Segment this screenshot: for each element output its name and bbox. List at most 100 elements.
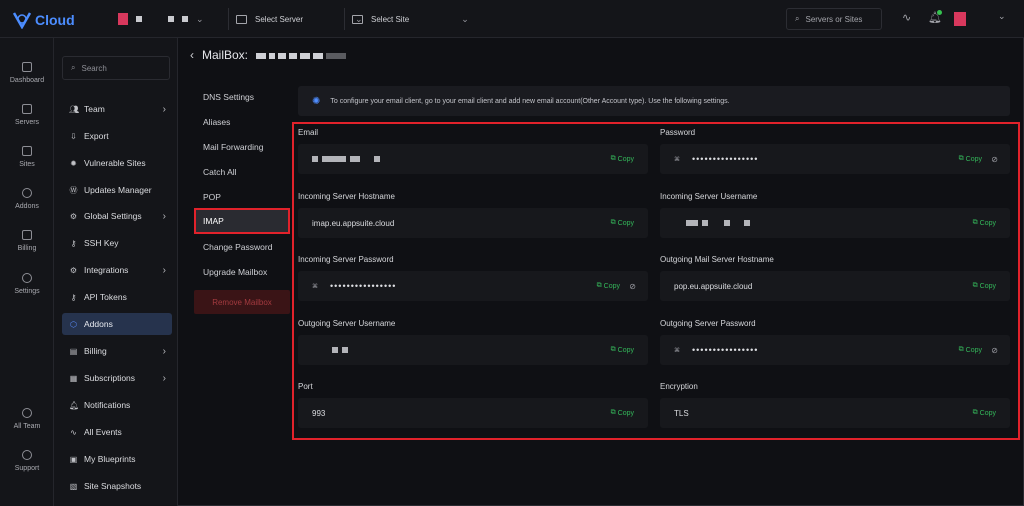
outgoing-username-field: ⧉ Copy — [298, 335, 648, 365]
wordpress-icon: Ⓦ — [69, 185, 78, 195]
mailbox-menu-upgrade-mailbox[interactable]: Upgrade Mailbox — [196, 261, 288, 283]
sidebar-item-my-blueprints[interactable]: ▣ My Blueprints — [62, 448, 172, 470]
chevron-down-icon: ⌄ — [461, 13, 469, 24]
encryption-value: TLS — [674, 408, 689, 418]
incoming-username-value-redacted — [686, 219, 754, 228]
team-selector[interactable]: ⌄ — [118, 8, 204, 30]
info-banner: ✺ To configure your email client, go to … — [298, 86, 1010, 116]
imap-highlight-box — [194, 208, 290, 234]
mailbox-menu-change-password[interactable]: Change Password — [196, 236, 288, 258]
copy-password-button[interactable]: ⧉ Copy — [959, 155, 982, 163]
copy-incoming-password-button[interactable]: ⧉ Copy — [597, 282, 620, 290]
back-arrow-icon[interactable]: ‹ — [190, 48, 194, 62]
remove-mailbox-button[interactable]: Remove Mailbox — [194, 290, 290, 314]
chevron-down-icon[interactable]: ⌄ — [998, 11, 1006, 22]
mailbox-menu-catch-all[interactable]: Catch All — [196, 161, 288, 183]
sidebar-item-addons[interactable]: ⬡ Addons — [62, 313, 172, 335]
top-bar: Cloud ⌄ Select Server ⌄ Select Site ⌄ ⌕ … — [0, 0, 1024, 38]
rail-sites[interactable]: Sites — [0, 146, 54, 168]
settings-sidebar: ⌕ Search 👥︎ Team › ⇩ Export ✹ Vulnerable… — [54, 38, 178, 506]
copy-icon: ⧉ — [596, 282, 602, 289]
copy-outgoing-hostname-button[interactable]: ⧉ Copy — [973, 282, 996, 290]
chevron-right-icon: › — [162, 345, 166, 357]
info-text: To configure your email client, go to yo… — [330, 97, 730, 105]
copy-icon: ⧉ — [972, 409, 978, 416]
user-avatar[interactable] — [954, 12, 966, 26]
rail-servers[interactable]: Servers — [0, 104, 54, 126]
mailbox-menu-mail-forwarding[interactable]: Mail Forwarding — [196, 136, 288, 158]
addons-icon — [22, 188, 32, 198]
sidebar-item-integrations[interactable]: ⚙︎ Integrations › — [62, 259, 172, 281]
mailbox-menu-dns-settings[interactable]: DNS Settings — [196, 86, 288, 108]
sidebar-search-input[interactable]: ⌕ Search — [62, 56, 170, 80]
rail-billing[interactable]: Billing — [0, 230, 54, 252]
sidebar-item-api-tokens[interactable]: ⚷ API Tokens — [62, 286, 172, 308]
logo[interactable]: Cloud — [12, 10, 75, 30]
incoming-hostname-field: imap.eu.appsuite.cloud ⧉ Copy — [298, 208, 648, 238]
copy-icon: ⧉ — [958, 346, 964, 353]
sidebar-item-export[interactable]: ⇩ Export — [62, 125, 172, 147]
eye-slash-icon[interactable]: ⊘ — [629, 282, 636, 291]
outgoing-username-label: Outgoing Server Username — [298, 319, 396, 328]
eye-slash-icon[interactable]: ⊘ — [991, 346, 998, 355]
sidebar-item-team[interactable]: 👥︎ Team › — [62, 98, 172, 120]
outgoing-password-label: Outgoing Server Password — [660, 319, 756, 328]
outgoing-hostname-value: pop.eu.appsuite.cloud — [674, 281, 753, 291]
sidebar-item-all-events[interactable]: ∿ All Events — [62, 421, 172, 443]
sidebar-item-subscriptions[interactable]: ▦ Subscriptions › — [62, 367, 172, 389]
sidebar-item-vulnerable-sites[interactable]: ✹ Vulnerable Sites — [62, 152, 172, 174]
chevron-right-icon: › — [162, 210, 166, 222]
copy-icon: ⧉ — [972, 282, 978, 289]
copy-icon: ⧉ — [610, 346, 616, 353]
team-avatar — [118, 13, 128, 25]
sidebar-item-ssh-key[interactable]: ⚷ SSH Key — [62, 232, 172, 254]
password-label: Password — [660, 128, 696, 137]
password-key-icon: ⌘ — [674, 347, 680, 354]
integrations-icon: ⚙︎ — [69, 265, 78, 275]
server-selector-label: Select Server — [255, 14, 304, 24]
sidebar-item-billing[interactable]: ▤ Billing › — [62, 340, 172, 362]
incoming-hostname-value: imap.eu.appsuite.cloud — [312, 218, 395, 228]
incoming-username-label: Incoming Server Username — [660, 192, 758, 201]
sidebar-item-updates-manager[interactable]: Ⓦ Updates Manager — [62, 179, 172, 201]
site-icon — [352, 14, 363, 24]
subscriptions-icon: ▦ — [69, 373, 78, 383]
email-value-redacted — [312, 155, 384, 164]
gear-icon: ⚙︎ — [69, 211, 78, 221]
mailbox-menu-pop[interactable]: POP — [196, 186, 288, 208]
password-key-icon: ⌘ — [312, 283, 318, 290]
copy-outgoing-username-button[interactable]: ⧉ Copy — [611, 346, 634, 354]
rail-settings[interactable]: Settings — [0, 273, 54, 295]
rail-addons[interactable]: Addons — [0, 188, 54, 210]
sidebar-item-site-snapshots[interactable]: ▧ Site Snapshots — [62, 475, 172, 497]
copy-encryption-button[interactable]: ⧉ Copy — [973, 409, 996, 417]
sidebar-item-global-settings[interactable]: ⚙︎ Global Settings › — [62, 205, 172, 227]
billing-icon — [22, 230, 32, 240]
copy-incoming-hostname-button[interactable]: ⧉ Copy — [611, 219, 634, 227]
sidebar-item-notifications[interactable]: 🔔︎ Notifications — [62, 394, 172, 416]
chevron-down-icon: ⌄ — [196, 13, 204, 24]
page-title: MailBox: — [202, 48, 249, 62]
copy-email-button[interactable]: ⧉ Copy — [611, 155, 634, 163]
logo-text: Cloud — [35, 12, 75, 28]
global-search-placeholder: Servers or Sites — [805, 14, 863, 24]
lightbulb-icon: ✺ — [312, 95, 321, 107]
eye-slash-icon[interactable]: ⊘ — [991, 155, 998, 164]
copy-outgoing-password-button[interactable]: ⧉ Copy — [959, 346, 982, 354]
site-selector[interactable]: Select Site ⌄ — [352, 8, 469, 30]
activity-icon[interactable]: ∿ — [902, 11, 911, 24]
billing-icon: ▤ — [69, 346, 78, 356]
gear-icon — [22, 273, 32, 283]
copy-incoming-username-button[interactable]: ⧉ Copy — [973, 219, 996, 227]
global-search[interactable]: ⌕ Servers or Sites — [786, 8, 882, 30]
rail-all-team[interactable]: All Team — [0, 408, 54, 430]
copy-port-button[interactable]: ⧉ Copy — [611, 409, 634, 417]
copy-icon: ⧉ — [610, 409, 616, 416]
rail-dashboard[interactable]: Dashboard — [0, 62, 54, 84]
outgoing-password-field: ⌘ •••••••••••••••• ⧉ Copy ⊘ — [660, 335, 1010, 365]
rail-support[interactable]: Support — [0, 450, 54, 472]
site-selector-label: Select Site — [371, 14, 410, 24]
bug-icon: ✹ — [70, 158, 77, 168]
mailbox-menu-aliases[interactable]: Aliases — [196, 111, 288, 133]
password-value: •••••••••••••••• — [692, 154, 759, 164]
